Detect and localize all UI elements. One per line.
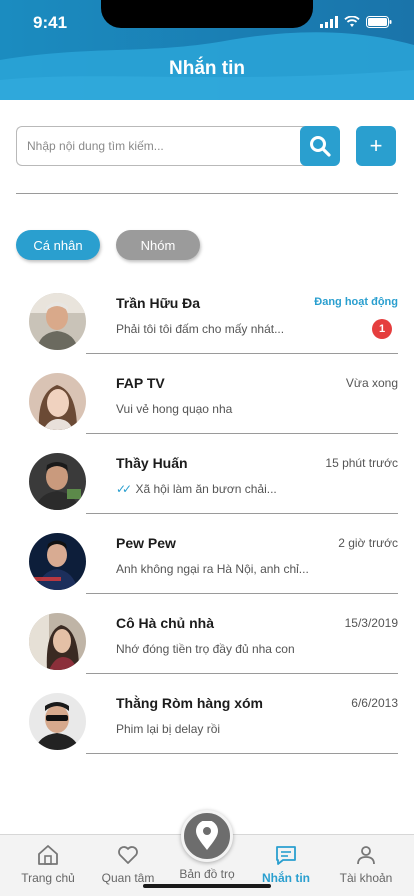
message-time: 6/6/2013 xyxy=(351,696,398,710)
conversation-item[interactable]: Thầy Huấn 15 phút trước ✓✓ Xã hội làm ăn… xyxy=(0,447,414,527)
search-bar: + xyxy=(16,126,396,166)
nav-label: Bản đồ trọ xyxy=(179,867,235,881)
add-conversation-button[interactable]: + xyxy=(356,126,396,166)
last-message: Anh không ngại ra Hà Nội, anh chỉ... xyxy=(116,562,309,576)
last-message: Vui vẻ hong quạo nha xyxy=(116,402,233,416)
status-icons xyxy=(320,16,392,28)
divider xyxy=(86,753,398,754)
status-time: 9:41 xyxy=(33,13,68,32)
nav-label: Tài khoản xyxy=(339,871,393,885)
nav-favorites[interactable]: Quan tâm xyxy=(87,843,169,885)
conversation-item[interactable]: FAP TV Vừa xong Vui vẻ hong quạo nha xyxy=(0,367,414,447)
divider xyxy=(86,433,398,434)
battery-icon xyxy=(366,16,392,28)
online-status: Đang hoạt động xyxy=(314,296,398,308)
nav-messages[interactable]: Nhắn tin xyxy=(245,843,327,885)
divider xyxy=(86,673,398,674)
map-pin-icon xyxy=(196,821,218,850)
search-icon xyxy=(310,136,331,157)
contact-name: Cô Hà chủ nhà xyxy=(116,615,215,631)
page-title: Nhắn tin xyxy=(169,58,245,79)
divider xyxy=(86,353,398,354)
conversation-item[interactable]: Cô Hà chủ nhà 15/3/2019 Nhớ đóng tiền tr… xyxy=(0,607,414,687)
conversation-item[interactable]: Thằng Ròm hàng xóm 6/6/2013 Phim lại bị … xyxy=(0,687,414,767)
unread-badge: 1 xyxy=(372,319,392,339)
contact-name: Pew Pew xyxy=(116,535,176,551)
contact-name: FAP TV xyxy=(116,375,165,391)
last-message-text: Xã hội làm ăn bươn chải... xyxy=(135,482,277,496)
divider xyxy=(86,593,398,594)
contact-name: Thầy Huấn xyxy=(116,455,188,471)
message-time: 2 giờ trước xyxy=(338,536,398,550)
search-input[interactable] xyxy=(16,126,306,166)
home-indicator xyxy=(143,884,271,888)
home-icon xyxy=(38,845,58,865)
avatar xyxy=(29,373,86,430)
plus-icon: + xyxy=(369,133,383,158)
nav-account[interactable]: Tài khoản xyxy=(325,843,407,885)
device-notch xyxy=(101,0,313,28)
avatar xyxy=(29,533,86,590)
chat-icon xyxy=(276,846,296,865)
heart-icon xyxy=(118,846,138,864)
map-fab-button[interactable] xyxy=(181,810,233,862)
divider xyxy=(16,193,398,194)
tab-personal[interactable]: Cá nhân xyxy=(16,230,100,260)
app-header: 9:41 Nhắn tin xyxy=(0,0,414,100)
nav-map[interactable]: Bản đồ trọ xyxy=(166,863,248,881)
nav-label: Quan tâm xyxy=(101,871,155,885)
user-icon xyxy=(357,846,375,865)
conversation-item[interactable]: Trần Hữu Đa Đang hoạt động Phải tôi tôi … xyxy=(0,287,414,367)
conversation-item[interactable]: Pew Pew 2 giờ trước Anh không ngại ra Hà… xyxy=(0,527,414,607)
search-button[interactable] xyxy=(300,126,340,166)
contact-name: Thằng Ròm hàng xóm xyxy=(116,695,263,711)
avatar xyxy=(29,453,86,510)
signal-icon xyxy=(320,16,338,28)
avatar xyxy=(29,613,86,670)
last-message: Nhớ đóng tiền trọ đầy đủ nha con xyxy=(116,642,295,656)
message-time: 15/3/2019 xyxy=(344,616,398,630)
wifi-icon xyxy=(344,16,360,27)
nav-label: Trang chủ xyxy=(21,871,75,885)
avatar xyxy=(29,293,86,350)
last-message: Phải tôi tôi đấm cho mấy nhát... xyxy=(116,322,285,336)
message-time: 15 phút trước xyxy=(325,456,398,470)
seen-check-icon: ✓✓ xyxy=(116,482,132,496)
message-time: Vừa xong xyxy=(345,376,398,390)
avatar xyxy=(29,693,86,750)
contact-name: Trần Hữu Đa xyxy=(116,295,201,311)
last-message: ✓✓ Xã hội làm ăn bươn chải... xyxy=(116,482,277,496)
nav-label: Nhắn tin xyxy=(262,871,310,885)
nav-home[interactable]: Trang chủ xyxy=(7,843,89,885)
tab-group[interactable]: Nhóm xyxy=(116,230,200,260)
last-message: Phim lại bị delay rồi xyxy=(116,722,221,736)
divider xyxy=(86,513,398,514)
